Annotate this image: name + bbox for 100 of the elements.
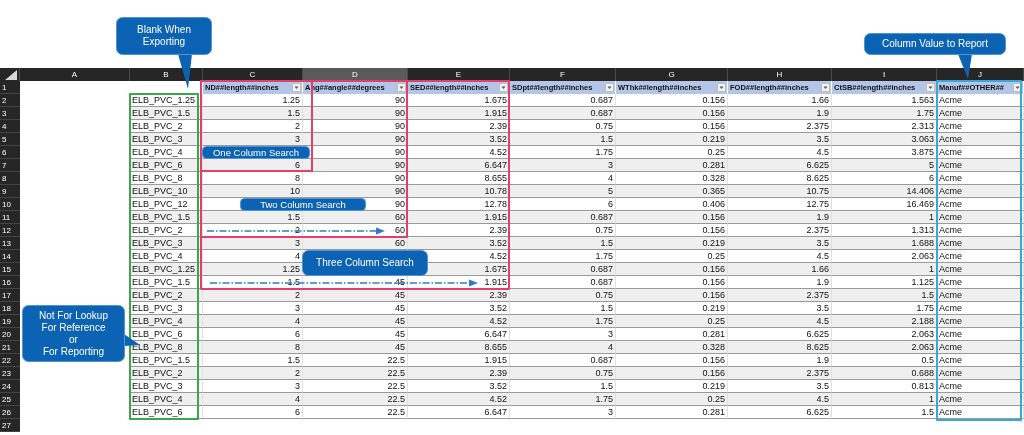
- row-number[interactable]: 4: [0, 120, 20, 133]
- table-cell: 6: [295, 407, 300, 417]
- table-cell: 8: [295, 342, 300, 352]
- table-cell: 3.52: [489, 134, 507, 144]
- row-number[interactable]: 9: [0, 185, 20, 198]
- table-cell: 22.5: [387, 381, 405, 391]
- table-cell: 0.156: [702, 368, 725, 378]
- table-cell: 3.52: [489, 303, 507, 313]
- row-number[interactable]: 3: [0, 107, 20, 120]
- table-cell: 1.5: [287, 355, 300, 365]
- table-cell: 0.687: [590, 277, 613, 287]
- row-number[interactable]: 20: [0, 328, 20, 341]
- column-letter[interactable]: A: [20, 68, 130, 81]
- table-cell: 2: [295, 121, 300, 131]
- table-cell: 0.688: [911, 368, 934, 378]
- table-cell: Acme: [939, 303, 962, 313]
- table-cell: 1.915: [484, 277, 507, 287]
- filter-dropdown-icon[interactable]: [717, 83, 726, 92]
- row-number[interactable]: 16: [0, 276, 20, 289]
- table-cell: 3.5: [816, 238, 829, 248]
- filter-dropdown-icon[interactable]: [292, 83, 301, 92]
- table-cell: 1.75: [916, 303, 934, 313]
- table-cell: ELB_PVC_4: [132, 251, 183, 261]
- filter-dropdown-icon[interactable]: [926, 83, 935, 92]
- table-cell: 1.915: [484, 108, 507, 118]
- row-number[interactable]: 8: [0, 172, 20, 185]
- callout: Three Column Search: [302, 250, 428, 276]
- table-cell: 1.563: [911, 95, 934, 105]
- table-cell: 4.5: [816, 316, 829, 326]
- row-number[interactable]: 1: [0, 81, 20, 94]
- table-cell: 2.063: [911, 251, 934, 261]
- table-cell: 90: [395, 173, 405, 183]
- row-number[interactable]: 23: [0, 367, 20, 380]
- table-cell: Acme: [939, 316, 962, 326]
- table-cell: 3: [295, 238, 300, 248]
- row-number[interactable]: 18: [0, 302, 20, 315]
- table-cell: 0.156: [702, 121, 725, 131]
- row-number[interactable]: 27: [0, 419, 20, 432]
- table-cell: 0.156: [702, 264, 725, 274]
- filter-dropdown-icon[interactable]: [605, 83, 614, 92]
- filter-dropdown-icon[interactable]: [499, 83, 508, 92]
- row-number[interactable]: 26: [0, 406, 20, 419]
- table-cell: 1.5: [921, 290, 934, 300]
- filter-dropdown-icon[interactable]: [821, 83, 830, 92]
- table-cell: 90: [395, 199, 405, 209]
- table-cell: 0.75: [595, 368, 613, 378]
- table-cell: 60: [395, 225, 405, 235]
- table-cell: 1: [929, 264, 934, 274]
- table-cell: 0.75: [595, 121, 613, 131]
- table-cell: ELB_PVC_3: [132, 303, 183, 313]
- filter-dropdown-icon[interactable]: [397, 83, 406, 92]
- table-cell: 1.688: [911, 238, 934, 248]
- row-number[interactable]: 5: [0, 133, 20, 146]
- column-letter[interactable]: E: [408, 68, 510, 81]
- row-number[interactable]: 10: [0, 198, 20, 211]
- row-number[interactable]: 2: [0, 94, 20, 107]
- table-cell: 45: [395, 303, 405, 313]
- table-cell: 1.9: [816, 355, 829, 365]
- table-cell: 6.625: [806, 329, 829, 339]
- row-number[interactable]: 14: [0, 250, 20, 263]
- table-cell: Acme: [939, 212, 962, 222]
- table-cell: 45: [395, 329, 405, 339]
- table-cell: Acme: [939, 95, 962, 105]
- table-cell: ELB_PVC_6: [132, 407, 183, 417]
- row-number[interactable]: 17: [0, 289, 20, 302]
- table-cell: 1.5: [600, 381, 613, 391]
- table-cell: 0.219: [702, 134, 725, 144]
- table-cell: 4: [295, 394, 300, 404]
- row-number[interactable]: 19: [0, 315, 20, 328]
- row-number[interactable]: 22: [0, 354, 20, 367]
- filter-dropdown-icon[interactable]: [1013, 83, 1022, 92]
- table-cell: 0.75: [595, 225, 613, 235]
- table-cell: 0.156: [702, 355, 725, 365]
- row-number[interactable]: 24: [0, 380, 20, 393]
- table-cell: 14.406: [906, 186, 934, 196]
- table-cell: 90: [395, 95, 405, 105]
- table-cell: 0.75: [595, 290, 613, 300]
- table-cell: 2.39: [489, 290, 507, 300]
- table-cell: Acme: [939, 160, 962, 170]
- table-cell: 2.063: [911, 342, 934, 352]
- row-number[interactable]: 7: [0, 159, 20, 172]
- table-cell: Acme: [939, 121, 962, 131]
- table-cell: 1.75: [595, 251, 613, 261]
- row-number[interactable]: 11: [0, 211, 20, 224]
- table-cell: 8.625: [806, 342, 829, 352]
- table-cell: 0.687: [590, 95, 613, 105]
- row-number[interactable]: 25: [0, 393, 20, 406]
- row-number[interactable]: 13: [0, 237, 20, 250]
- table-cell: ELB_PVC_6: [132, 160, 183, 170]
- table-cell: 4.52: [489, 316, 507, 326]
- table-cell: 3.875: [911, 147, 934, 157]
- table-cell: Acme: [939, 199, 962, 209]
- row-number[interactable]: 21: [0, 341, 20, 354]
- row-number[interactable]: 12: [0, 224, 20, 237]
- table-cell: 4.5: [816, 251, 829, 261]
- table-cell: 6.647: [484, 407, 507, 417]
- table-cell: 4: [608, 342, 613, 352]
- table-cell: 3.5: [816, 134, 829, 144]
- row-number[interactable]: 15: [0, 263, 20, 276]
- row-number[interactable]: 6: [0, 146, 20, 159]
